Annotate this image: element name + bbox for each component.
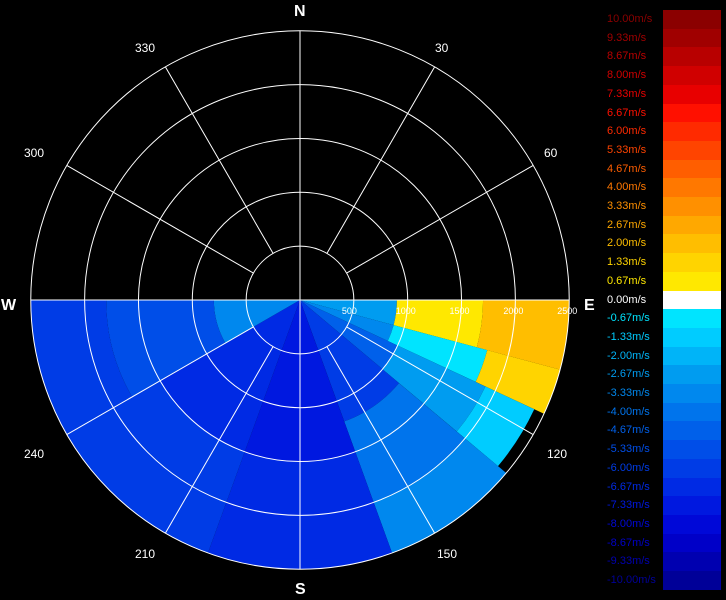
radar-ppi-plot: 500 1000 1500 2000 2500 — [30, 30, 577, 570]
colorbar-swatch — [663, 514, 721, 535]
spoke-300 — [66, 164, 254, 274]
colorbar-label: 2.00m/s — [607, 237, 647, 250]
colorbar-label: 4.00m/s — [607, 181, 647, 194]
colorbar-label: -8.00m/s — [607, 517, 650, 530]
colorbar-label: 8.00m/s — [607, 69, 647, 82]
colorbar-swatch — [663, 178, 721, 198]
colorbar-swatch — [663, 327, 721, 348]
colorbar-label: -0.67m/s — [607, 312, 650, 325]
colorbar-swatch — [663, 215, 721, 235]
colorbar-swatch — [663, 84, 721, 104]
spoke-330 — [164, 66, 274, 254]
colorbar-swatch — [663, 122, 721, 142]
colorbar-label: 0.00m/s — [607, 293, 647, 306]
colorbar-label: -3.33m/s — [607, 387, 650, 399]
colorbar-swatch — [663, 365, 721, 385]
colorbar-swatch — [663, 421, 721, 441]
bearing-label-120: 120 — [547, 447, 568, 461]
bearing-label-60: 60 — [544, 146, 558, 160]
colorbar-label: -1.33m/s — [607, 330, 650, 343]
colorbar-swatch — [663, 290, 721, 310]
range-label-1000: 1000 — [396, 306, 416, 316]
colorbar-swatch — [663, 103, 721, 123]
colorbar-label: -6.67m/s — [607, 480, 650, 493]
bearing-label-150: 150 — [437, 547, 458, 561]
colorbar-swatch — [663, 477, 721, 497]
colorbar-swatch — [663, 496, 721, 516]
colorbar-label: 4.67m/s — [607, 162, 647, 175]
colorbar-label: 9.33m/s — [607, 31, 647, 44]
colorbar-label: -5.33m/s — [607, 443, 650, 456]
colorbar-label: -6.00m/s — [607, 461, 650, 474]
bearing-label-210: 210 — [135, 547, 156, 561]
colorbar-label: 1.33m/s — [607, 256, 647, 269]
colorbar-label: -2.67m/s — [607, 368, 650, 381]
range-label-2000: 2000 — [503, 306, 523, 316]
spoke-30 — [326, 66, 436, 254]
colorbar-swatch — [663, 271, 721, 291]
colorbar-swatch — [663, 10, 721, 30]
velocity-colorbar: 10.00m/s 9.33m/s 8.67m/s 8.00m/s 7.33m/s 6.67… — [605, 0, 726, 600]
colorbar-label: 6.00m/s — [607, 125, 647, 138]
colorbar-swatch — [663, 28, 721, 48]
colorbar-swatch — [663, 309, 721, 329]
colorbar-label: 8.67m/s — [607, 50, 647, 63]
colorbar-swatch — [663, 384, 721, 404]
colorbar-label: -9.33m/s — [607, 555, 650, 568]
colorbar-label: 7.33m/s — [607, 87, 647, 100]
colorbar-label: -7.33m/s — [607, 499, 650, 512]
colorbar-swatch — [663, 440, 721, 460]
colorbar-label: 3.33m/s — [607, 200, 647, 212]
colorbar-label: 10.00m/s — [607, 13, 653, 25]
colorbar-swatch — [663, 253, 721, 273]
colorbar-swatch — [663, 140, 721, 161]
colorbar-swatch — [663, 234, 721, 254]
range-label-500: 500 — [342, 306, 357, 316]
colorbar-swatch — [663, 458, 721, 478]
colorbar-label: -8.67m/s — [607, 536, 650, 549]
compass-east-label: E — [584, 297, 595, 314]
range-label-2500: 2500 — [557, 306, 577, 316]
bearing-label-30: 30 — [435, 41, 449, 55]
colorbar-label: -2.00m/s — [607, 349, 650, 362]
colorbar-swatch — [663, 533, 721, 553]
compass-west-label: W — [1, 297, 17, 314]
colorbar-swatch — [663, 66, 721, 86]
colorbar-swatch — [663, 571, 721, 591]
colorbar-label: 6.67m/s — [607, 106, 647, 119]
colorbar-swatch — [663, 47, 721, 67]
bearing-label-240: 240 — [24, 447, 45, 461]
colorbar-label: -10.00m/s — [607, 574, 656, 586]
colorbar-label: -4.67m/s — [607, 424, 650, 437]
colorbar-swatch — [663, 197, 721, 217]
colorbar-swatch — [663, 402, 721, 422]
colorbar-swatch — [663, 159, 721, 179]
compass-north-label: N — [294, 3, 306, 20]
bearing-label-330: 330 — [135, 41, 156, 55]
colorbar-label: 5.33m/s — [607, 143, 647, 156]
colorbar-label: 2.67m/s — [607, 218, 647, 231]
colorbar-label: 0.67m/s — [607, 274, 647, 287]
compass-south-label: S — [295, 581, 306, 598]
spoke-60 — [346, 164, 534, 274]
colorbar-swatch — [663, 552, 721, 572]
range-label-1500: 1500 — [450, 306, 470, 316]
colorbar-swatch — [663, 346, 721, 366]
bearing-label-300: 300 — [24, 146, 45, 160]
colorbar-label: -4.00m/s — [607, 405, 650, 418]
